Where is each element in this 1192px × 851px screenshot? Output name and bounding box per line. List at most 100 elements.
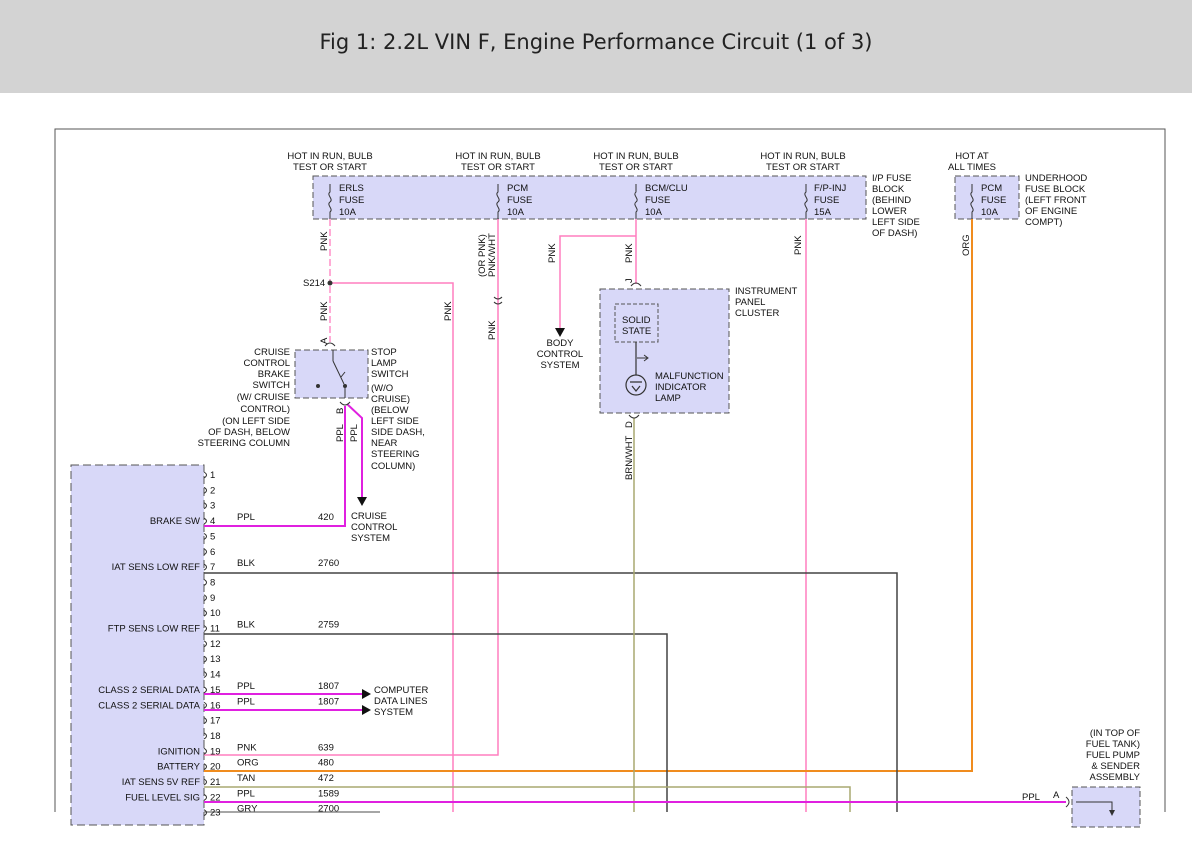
power-label: TEST OR START: [766, 162, 840, 173]
svg-text:OF DASH, BELOW: OF DASH, BELOW: [208, 427, 290, 438]
pcm-pin-number: 7: [210, 562, 215, 573]
wire-color-label: PPL: [335, 424, 346, 442]
svg-text:(IN TOP OF: (IN TOP OF: [1090, 728, 1140, 739]
splice-label: S214: [303, 278, 325, 289]
wire-color-label: PNK: [319, 231, 330, 251]
pin-label: A: [319, 337, 330, 344]
splice-s214-dot: [327, 280, 333, 286]
brake-switch-box: [294, 349, 369, 399]
fuel-tank-box: [1071, 786, 1141, 828]
wire-brake-ppl-cruise: [346, 403, 363, 500]
svg-text:INDICATOR: INDICATOR: [655, 382, 707, 393]
svg-text:NEAR: NEAR: [371, 438, 398, 449]
pcm-pin-wire-color: PPL: [237, 696, 255, 707]
pcm-pin-number: 19: [210, 746, 221, 757]
svg-text:OF DASH): OF DASH): [872, 228, 917, 239]
svg-text:I/P FUSE: I/P FUSE: [872, 173, 911, 184]
fuse-rating: 10A: [645, 207, 663, 218]
pcm-pin-number: 6: [210, 547, 215, 558]
svg-text:CONTROL: CONTROL: [537, 349, 583, 360]
pcm-pin-name: FUEL LEVEL SIG: [125, 792, 200, 803]
svg-text:SYSTEM: SYSTEM: [351, 533, 390, 544]
wire-ftp-low-blk: [204, 633, 668, 812]
svg-text:BRAKE: BRAKE: [258, 369, 290, 380]
svg-text:CONTROL): CONTROL): [240, 404, 290, 415]
svg-text:(ON LEFT SIDE: (ON LEFT SIDE: [222, 416, 290, 427]
pin-label: B: [335, 408, 346, 414]
pcm-pin-name: BATTERY: [157, 762, 201, 773]
wire-pcm-pnk-wht: [204, 219, 499, 756]
svg-text:LOWER: LOWER: [872, 206, 907, 217]
svg-text:BODY: BODY: [547, 338, 575, 349]
wiring-diagram: HOT IN RUN, BULB TEST OR START HOT IN RU…: [54, 128, 1166, 828]
pcm-pin-circuit: 639: [318, 742, 334, 753]
pcm-pin-number: 9: [210, 593, 215, 604]
svg-text:SWITCH: SWITCH: [253, 380, 291, 391]
pcm-pin-number: 3: [210, 501, 215, 512]
power-label: HOT IN RUN, BULB: [760, 151, 845, 162]
svg-text:CLUSTER: CLUSTER: [735, 308, 779, 319]
svg-text:OF ENGINE: OF ENGINE: [1025, 206, 1077, 217]
svg-text:COMPUTER: COMPUTER: [374, 685, 429, 696]
fuel-tank-pin: A: [1053, 790, 1060, 801]
svg-text:MALFUNCTION: MALFUNCTION: [655, 371, 724, 382]
wire-color-label: PNK/WHT: [487, 233, 498, 277]
pcm-pin-circuit: 2759: [318, 620, 339, 631]
pcm-pin-name: BRAKE SW: [150, 516, 200, 527]
pcm-pin-name: IAT SENS 5V REF: [122, 777, 201, 788]
pcm-pin-wire-color: PPL: [237, 681, 255, 692]
pcm-pin-number: 4: [210, 516, 215, 527]
pcm-pin-number: 22: [210, 792, 221, 803]
pcm-pin-number: 17: [210, 716, 221, 727]
svg-text:UNDERHOOD: UNDERHOOD: [1025, 173, 1087, 184]
fuse-rating: 10A: [507, 207, 525, 218]
pcm-pin-circuit: 480: [318, 758, 334, 769]
pcm-pin-circuit: 2760: [318, 558, 339, 569]
wire-color-label: PNK: [793, 235, 804, 255]
pcm-pin-number: 20: [210, 762, 221, 773]
pcm-pin-circuit: 1589: [318, 788, 339, 799]
svg-text:LAMP: LAMP: [655, 393, 681, 404]
pcm-pin-number: 14: [210, 670, 221, 681]
wire-color-label: PNK: [319, 301, 330, 321]
fuel-tank-connector-icon: [1065, 796, 1070, 808]
svg-text:FUEL TANK): FUEL TANK): [1086, 739, 1140, 750]
pcm-pin-wire-color: ORG: [237, 758, 259, 769]
fuse-label: FUSE: [814, 195, 839, 206]
power-label-always: ALL TIMES: [948, 162, 996, 173]
wire-color-label: PNK: [487, 320, 498, 340]
wire-color-label: BRN/WHT: [624, 435, 635, 480]
svg-text:LEFT SIDE: LEFT SIDE: [872, 217, 920, 228]
ip-fuse-block: [312, 175, 867, 220]
pcm-pin-wire-color: PPL: [237, 788, 255, 799]
fuse-name: PCM: [981, 183, 1002, 194]
svg-text:SYSTEM: SYSTEM: [540, 360, 579, 371]
body-control-label: BODY CONTROL SYSTEM: [537, 338, 583, 371]
power-label-always: HOT AT: [955, 151, 989, 162]
svg-text:(W/ CRUISE: (W/ CRUISE: [237, 392, 290, 403]
svg-text:LEFT SIDE: LEFT SIDE: [371, 416, 419, 427]
pcm-pin-circuit: 2700: [318, 804, 339, 815]
pcm-pin-name: IAT SENS LOW REF: [112, 562, 201, 573]
pcm-pin-circuit: 1807: [318, 696, 339, 707]
svg-text:SYSTEM: SYSTEM: [374, 707, 413, 718]
power-label: HOT IN RUN, BULB: [455, 151, 540, 162]
svg-text:& SENDER: & SENDER: [1091, 761, 1140, 772]
fuse-rating: 10A: [981, 207, 999, 218]
fuse-label: FUSE: [339, 195, 364, 206]
svg-text:FUEL PUMP: FUEL PUMP: [1086, 750, 1140, 761]
power-label: TEST OR START: [293, 162, 367, 173]
pcm-pin-name: IGNITION: [158, 746, 200, 757]
svg-text:CRUISE: CRUISE: [254, 347, 290, 358]
fuse-label: FUSE: [981, 195, 1006, 206]
pcm-pin-number: 5: [210, 531, 215, 542]
power-label: HOT IN RUN, BULB: [287, 151, 372, 162]
wire-color-label: PNK: [547, 243, 558, 263]
pcm-pin-name: FTP SENS LOW REF: [108, 624, 200, 635]
computer-data-label: COMPUTER DATA LINES SYSTEM: [374, 685, 429, 718]
wire-color-label: PNK: [624, 243, 635, 263]
wire-color-label: PPL: [349, 424, 360, 442]
pcm-pin-number: 15: [210, 685, 221, 696]
pcm-pin-wire-color: TAN: [237, 773, 255, 784]
fuse-rating: 15A: [814, 207, 832, 218]
